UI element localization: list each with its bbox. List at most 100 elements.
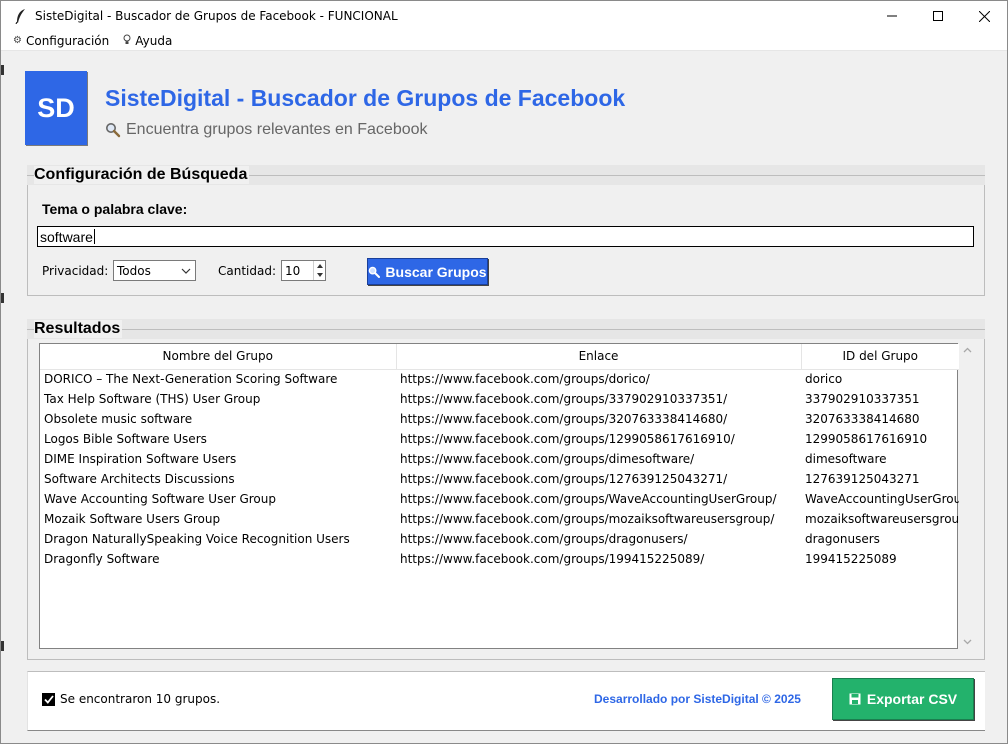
column-header-link[interactable]: Enlace bbox=[396, 344, 802, 370]
cell-group-name: Mozaik Software Users Group bbox=[44, 512, 221, 526]
cell-group-name: Dragonfly Software bbox=[44, 552, 160, 566]
magnifier-icon bbox=[105, 122, 121, 138]
table-row[interactable]: Mozaik Software Users Group https://www.… bbox=[40, 509, 959, 529]
cell-group-id: 1299058617616910 bbox=[805, 432, 928, 446]
cell-group-name: Logos Bible Software Users bbox=[44, 432, 207, 446]
search-button[interactable]: Buscar Grupos bbox=[367, 258, 488, 285]
cell-group-id: dimesoftware bbox=[805, 452, 887, 466]
app-title: SisteDigital - Buscador de Grupos de Fac… bbox=[105, 85, 626, 111]
app-window: SisteDigital - Buscador de Grupos de Fac… bbox=[0, 0, 1008, 744]
chevron-down-icon bbox=[181, 268, 191, 274]
cell-group-link: https://www.facebook.com/groups/dragonus… bbox=[400, 532, 688, 546]
title-bar[interactable]: SisteDigital - Buscador de Grupos de Fac… bbox=[1, 1, 1007, 31]
scroll-up-icon bbox=[963, 347, 972, 353]
cell-group-link: https://www.facebook.com/groups/12990586… bbox=[400, 432, 735, 446]
floppy-disk-icon bbox=[849, 693, 861, 705]
quantity-stepper[interactable]: 10 bbox=[281, 260, 326, 281]
credit-text: Desarrollado por SisteDigital © 2025 bbox=[594, 692, 801, 706]
status-checkbox[interactable] bbox=[42, 693, 55, 706]
export-csv-button[interactable]: Exportar CSV bbox=[832, 678, 974, 720]
stepper-down-button[interactable] bbox=[314, 271, 325, 281]
cell-group-id: WaveAccountingUserGroup bbox=[805, 492, 959, 506]
quantity-value: 10 bbox=[285, 263, 301, 278]
checkmark-icon bbox=[43, 695, 54, 704]
app-subtitle: Encuentra grupos relevantes en Facebook bbox=[105, 121, 428, 139]
cell-group-link: https://www.facebook.com/groups/12763912… bbox=[400, 472, 728, 486]
lightbulb-icon bbox=[123, 34, 131, 48]
table-row[interactable]: Software Architects Discussions https://… bbox=[40, 469, 959, 489]
cell-group-link: https://www.facebook.com/groups/32076333… bbox=[400, 412, 728, 426]
triangle-down-icon bbox=[316, 273, 323, 278]
column-header-name[interactable]: Nombre del Grupo bbox=[40, 344, 397, 370]
cell-group-id: dorico bbox=[805, 372, 843, 387]
cell-group-link: https://www.facebook.com/groups/19941522… bbox=[400, 552, 705, 566]
table-row[interactable]: Logos Bible Software Users https://www.f… bbox=[40, 429, 959, 449]
close-button[interactable] bbox=[961, 1, 1007, 31]
stepper-up-button[interactable] bbox=[314, 261, 325, 271]
cell-group-link: https://www.facebook.com/groups/dimesoft… bbox=[400, 452, 695, 466]
footer-bar: Se encontraron 10 grupos. Desarrollado p… bbox=[27, 671, 985, 731]
cell-group-id: 320763338414680 bbox=[805, 412, 920, 426]
menu-ayuda-label: Ayuda bbox=[135, 33, 173, 48]
maximize-icon bbox=[933, 11, 943, 21]
cell-group-name: Wave Accounting Software User Group bbox=[44, 492, 276, 506]
search-button-label: Buscar Grupos bbox=[385, 263, 487, 280]
edge-mark bbox=[1, 65, 4, 75]
cell-group-id: dragonusers bbox=[805, 532, 880, 546]
maximize-button[interactable] bbox=[915, 1, 961, 31]
window-controls bbox=[869, 1, 1007, 31]
keyword-label: Tema o palabra clave: bbox=[42, 201, 188, 217]
search-icon bbox=[368, 266, 381, 278]
menu-bar: ⚙ Configuración Ayuda bbox=[1, 31, 1007, 51]
status-text: Se encontraron 10 grupos. bbox=[60, 692, 221, 706]
cell-group-id: 127639125043271 bbox=[805, 472, 920, 486]
cell-group-name: Obsolete music software bbox=[44, 412, 193, 426]
privacy-select[interactable]: Todos bbox=[113, 260, 196, 281]
menu-configuracion[interactable]: ⚙ Configuración bbox=[1, 34, 115, 48]
cell-group-name: Tax Help Software (THS) User Group bbox=[44, 392, 261, 406]
triangle-up-icon bbox=[316, 263, 323, 268]
cell-group-link: https://www.facebook.com/groups/dorico/ bbox=[400, 372, 650, 387]
cell-group-name: Software Architects Discussions bbox=[44, 472, 235, 486]
table-row[interactable]: Obsolete music software https://www.face… bbox=[40, 409, 959, 429]
table-row[interactable]: Dragonfly Software https://www.facebook.… bbox=[40, 549, 959, 569]
cell-group-id: mozaiksoftwareusersgroup bbox=[805, 512, 959, 526]
table-row[interactable]: DIME Inspiration Software Users https://… bbox=[40, 449, 959, 469]
results-panel: Resultados Nombre del Grupo Enlace ID de… bbox=[27, 319, 985, 660]
cell-group-link: https://www.facebook.com/groups/WaveAcco… bbox=[400, 492, 777, 506]
scroll-down-icon bbox=[963, 639, 972, 645]
table-header-row: Nombre del Grupo Enlace ID del Grupo bbox=[40, 344, 959, 370]
results-title: Resultados bbox=[34, 320, 123, 338]
window-title: SisteDigital - Buscador de Grupos de Fac… bbox=[35, 9, 398, 23]
keyword-input[interactable]: software bbox=[37, 226, 974, 247]
feather-icon bbox=[13, 8, 29, 24]
table-row[interactable]: Wave Accounting Software User Group http… bbox=[40, 489, 959, 509]
cell-group-link: https://www.facebook.com/groups/33790291… bbox=[400, 392, 728, 406]
close-icon bbox=[978, 10, 990, 22]
results-table[interactable]: Nombre del Grupo Enlace ID del Grupo DOR… bbox=[39, 343, 959, 649]
quantity-label: Cantidad: bbox=[218, 264, 277, 278]
cell-group-name: DIME Inspiration Software Users bbox=[44, 452, 237, 466]
menu-configuracion-label: Configuración bbox=[25, 33, 110, 48]
menu-ayuda[interactable]: Ayuda bbox=[115, 34, 178, 48]
cell-group-link: https://www.facebook.com/groups/mozaikso… bbox=[400, 512, 775, 526]
minimize-icon bbox=[887, 15, 897, 17]
app-subtitle-text: Encuentra grupos relevantes en Facebook bbox=[126, 121, 428, 138]
table-row[interactable]: DORICO – The Next-Generation Scoring Sof… bbox=[40, 369, 959, 389]
results-scrollbar[interactable] bbox=[959, 343, 976, 649]
export-csv-label: Exportar CSV bbox=[866, 691, 958, 707]
minimize-button[interactable] bbox=[869, 1, 915, 31]
cell-group-id: 199415225089 bbox=[805, 552, 897, 566]
app-logo: SD bbox=[25, 71, 87, 145]
keyword-input-value: software bbox=[40, 228, 93, 245]
gear-icon: ⚙ bbox=[13, 35, 22, 46]
cell-group-id: 337902910337351 bbox=[805, 392, 920, 406]
cell-group-name: DORICO – The Next-Generation Scoring Sof… bbox=[44, 372, 338, 387]
edge-mark bbox=[1, 293, 4, 303]
table-row[interactable]: Dragon NaturallySpeaking Voice Recogniti… bbox=[40, 529, 959, 549]
cell-group-name: Dragon NaturallySpeaking Voice Recogniti… bbox=[44, 532, 350, 546]
edge-mark bbox=[1, 641, 4, 651]
table-row[interactable]: Tax Help Software (THS) User Group https… bbox=[40, 389, 959, 409]
column-header-id[interactable]: ID del Grupo bbox=[801, 344, 959, 370]
search-config-panel: Configuración de Búsqueda Tema o palabra… bbox=[27, 165, 985, 296]
